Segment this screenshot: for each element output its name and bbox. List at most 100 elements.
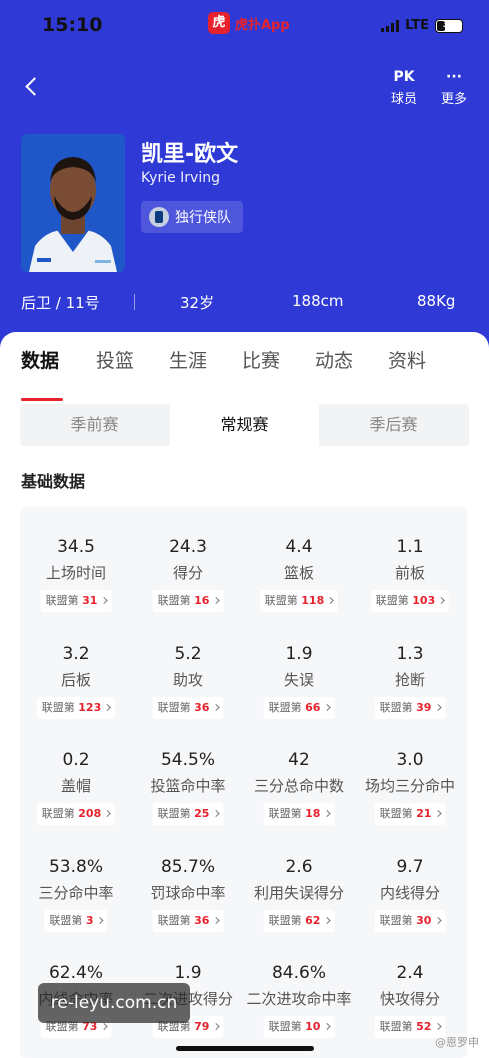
chevron-right-icon bbox=[104, 703, 112, 711]
league-rank-link[interactable]: 联盟第 123 bbox=[36, 696, 116, 719]
rank-number: 10 bbox=[305, 1020, 321, 1033]
pk-player-button[interactable]: PK 球员 bbox=[384, 66, 424, 107]
stat-cell: 4.4 篮板 联盟第 118 bbox=[243, 507, 355, 614]
league-rank-link[interactable]: 联盟第 3 bbox=[44, 909, 108, 932]
chevron-right-icon bbox=[323, 703, 331, 711]
rank-number: 21 bbox=[416, 807, 432, 820]
player-height: 188cm bbox=[292, 292, 344, 310]
league-rank-link[interactable]: 联盟第 103 bbox=[370, 590, 450, 612]
stat-value: 1.9 bbox=[174, 963, 202, 983]
league-rank-link[interactable]: 联盟第 10 bbox=[263, 1016, 335, 1038]
tab-news[interactable]: 动态 bbox=[315, 346, 353, 373]
app-indicator: 虎 虎扑App bbox=[208, 12, 290, 34]
stat-label: 上场时间 bbox=[45, 564, 106, 582]
league-rank-link[interactable]: 联盟第 16 bbox=[152, 590, 224, 612]
stat-value: 62.4% bbox=[48, 963, 103, 983]
rank-number: 79 bbox=[194, 1020, 210, 1033]
league-rank-link[interactable]: 联盟第 36 bbox=[152, 696, 224, 719]
stat-cell: 1.9 失误联盟第 66 bbox=[243, 614, 355, 721]
stat-label: 二次进攻命中率 bbox=[246, 990, 352, 1008]
stat-cell: 9.7 内线得分 联盟第 30 bbox=[354, 827, 466, 934]
stat-value: 34.5 bbox=[57, 537, 95, 557]
stat-cell: 85.7% 罚球命中率 联盟第 36 bbox=[132, 827, 244, 934]
chevron-right-icon bbox=[438, 596, 446, 605]
tab-games[interactable]: 比赛 bbox=[242, 346, 280, 373]
rank-prefix: 联盟第 bbox=[268, 913, 302, 927]
league-rank-link[interactable]: 联盟第 21 bbox=[374, 803, 446, 825]
section-title: 基础数据 bbox=[21, 472, 86, 491]
league-rank-link[interactable]: 联盟第 208 bbox=[36, 803, 116, 825]
content-panel: 数据 投篮 生涯 比赛 动态 资料 季前赛 常规赛 季后赛 基础数据 34.5 上… bbox=[0, 332, 489, 1058]
rank-prefix: 联盟第 bbox=[379, 807, 413, 820]
player-photo-icon bbox=[21, 134, 125, 272]
rank-prefix: 联盟第 bbox=[379, 913, 413, 927]
rank-prefix: 联盟第 bbox=[157, 594, 191, 607]
team-badge[interactable]: 独行侠队 bbox=[141, 201, 243, 233]
stat-label: 失误 bbox=[283, 670, 314, 689]
stat-value: 4.4 bbox=[285, 537, 313, 557]
status-bar: 15:10 虎 虎扑App LTE 30 bbox=[0, 0, 489, 52]
stat-value: 2.6 bbox=[285, 856, 313, 877]
league-rank-link[interactable]: 联盟第 31 bbox=[40, 590, 112, 612]
battery-icon: 30 bbox=[435, 18, 463, 33]
league-rank-link[interactable]: 联盟第 18 bbox=[263, 803, 335, 825]
player-weight: 88Kg bbox=[417, 292, 456, 310]
stat-label: 利用失误得分 bbox=[253, 883, 344, 902]
status-time: 15:10 bbox=[42, 14, 103, 36]
rank-number: 31 bbox=[82, 594, 98, 607]
stat-cell: 1.3 抢断 联盟第 39 bbox=[354, 614, 466, 721]
stat-cell: 5.2 助攻 联盟第 36 bbox=[132, 614, 244, 721]
stat-label: 内线得分 bbox=[379, 883, 440, 902]
rank-number: 36 bbox=[194, 913, 210, 927]
stat-value: 53.8% bbox=[48, 856, 103, 877]
league-rank-link[interactable]: 联盟第 36 bbox=[152, 909, 224, 932]
chevron-right-icon bbox=[212, 916, 220, 924]
rank-prefix: 联盟第 bbox=[41, 807, 75, 820]
signal-icon bbox=[381, 19, 400, 32]
chevron-right-icon bbox=[434, 1022, 442, 1031]
stat-label: 得分 bbox=[172, 564, 203, 582]
back-arrow-icon[interactable] bbox=[22, 76, 44, 98]
league-rank-link[interactable]: 联盟第 25 bbox=[152, 803, 224, 825]
rank-prefix: 联盟第 bbox=[268, 1020, 302, 1033]
stat-value: 3.0 bbox=[396, 750, 424, 770]
stat-value: 1.9 bbox=[285, 643, 313, 664]
league-rank-link[interactable]: 联盟第 118 bbox=[259, 590, 339, 612]
tab-profile[interactable]: 资料 bbox=[388, 346, 426, 373]
stat-cell: 1.1 前板 联盟第 103 bbox=[354, 507, 466, 614]
league-rank-link[interactable]: 联盟第 66 bbox=[263, 696, 335, 719]
player-age: 32岁 bbox=[180, 294, 215, 312]
position-number: 后卫 / 11号 bbox=[21, 294, 100, 312]
league-rank-link[interactable]: 联盟第 39 bbox=[374, 696, 446, 719]
rank-prefix: 联盟第 bbox=[379, 700, 413, 714]
rank-prefix: 联盟第 bbox=[268, 807, 302, 820]
chevron-right-icon bbox=[100, 596, 108, 605]
stat-label: 助攻 bbox=[172, 670, 203, 689]
season-tab-regular[interactable]: 常规赛 bbox=[170, 404, 319, 446]
main-tabs: 数据 投篮 生涯 比赛 动态 资料 bbox=[0, 346, 489, 401]
active-tab-indicator bbox=[21, 398, 63, 401]
season-tab-preseason[interactable]: 季前赛 bbox=[20, 404, 169, 446]
league-rank-link[interactable]: 联盟第 62 bbox=[263, 909, 335, 932]
rank-number: 66 bbox=[305, 700, 321, 714]
tab-career[interactable]: 生涯 bbox=[169, 346, 207, 373]
rank-number: 25 bbox=[194, 807, 210, 820]
player-name-en: Kyrie Irving bbox=[141, 170, 220, 186]
stat-cell: 24.3 得分 联盟第 16 bbox=[132, 507, 244, 614]
tab-data[interactable]: 数据 bbox=[21, 346, 59, 373]
stat-cell: 34.5 上场时间联盟第 31 bbox=[20, 507, 132, 614]
player-bio: 后卫 / 11号 32岁 188cm 88Kg bbox=[0, 288, 489, 318]
rank-prefix: 联盟第 bbox=[268, 700, 302, 714]
stat-cell: 42 三分总命中数 联盟第 18 bbox=[243, 720, 355, 827]
stat-label: 快攻得分 bbox=[379, 990, 440, 1008]
stat-value: 1.3 bbox=[396, 643, 424, 664]
player-avatar bbox=[21, 134, 125, 272]
league-rank-link[interactable]: 联盟第 30 bbox=[374, 909, 446, 932]
tab-shooting[interactable]: 投篮 bbox=[96, 346, 134, 373]
rank-prefix: 联盟第 bbox=[157, 913, 191, 927]
stats-grid: 34.5 上场时间 联盟第 31 24.3 得分 联盟第 16 4.4 篮板 联盟第 118 1.… bbox=[20, 507, 467, 1058]
chevron-right-icon bbox=[434, 916, 442, 924]
season-tab-playoffs[interactable]: 季后赛 bbox=[319, 404, 468, 446]
more-button[interactable]: ··· 更多 bbox=[434, 66, 474, 107]
chevron-right-icon bbox=[434, 809, 442, 818]
